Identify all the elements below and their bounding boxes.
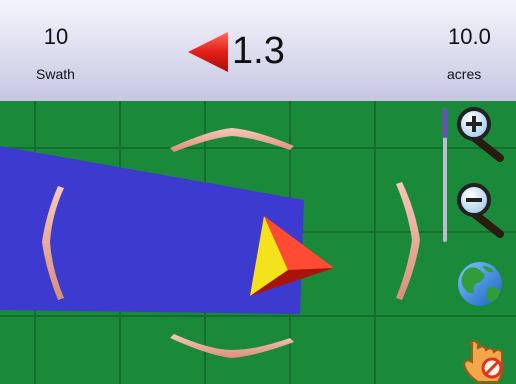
offset-left-arrow-icon (188, 32, 228, 72)
globe-icon[interactable] (458, 262, 502, 306)
area-unit-label: acres (447, 66, 482, 82)
swath-label: Swath (36, 66, 75, 82)
zoom-scroll-thumb[interactable] (442, 108, 448, 138)
status-bar: 10 Swath 1.3 10.0 acres (0, 0, 516, 101)
guidance-map[interactable] (0, 101, 516, 384)
swath-value[interactable]: 10 (36, 24, 76, 50)
cross-track-offset-value[interactable]: 1.3 (232, 30, 285, 73)
guidance-screen: 10 Swath 1.3 10.0 acres (0, 0, 516, 384)
area-value[interactable]: 10.0 (448, 24, 491, 50)
